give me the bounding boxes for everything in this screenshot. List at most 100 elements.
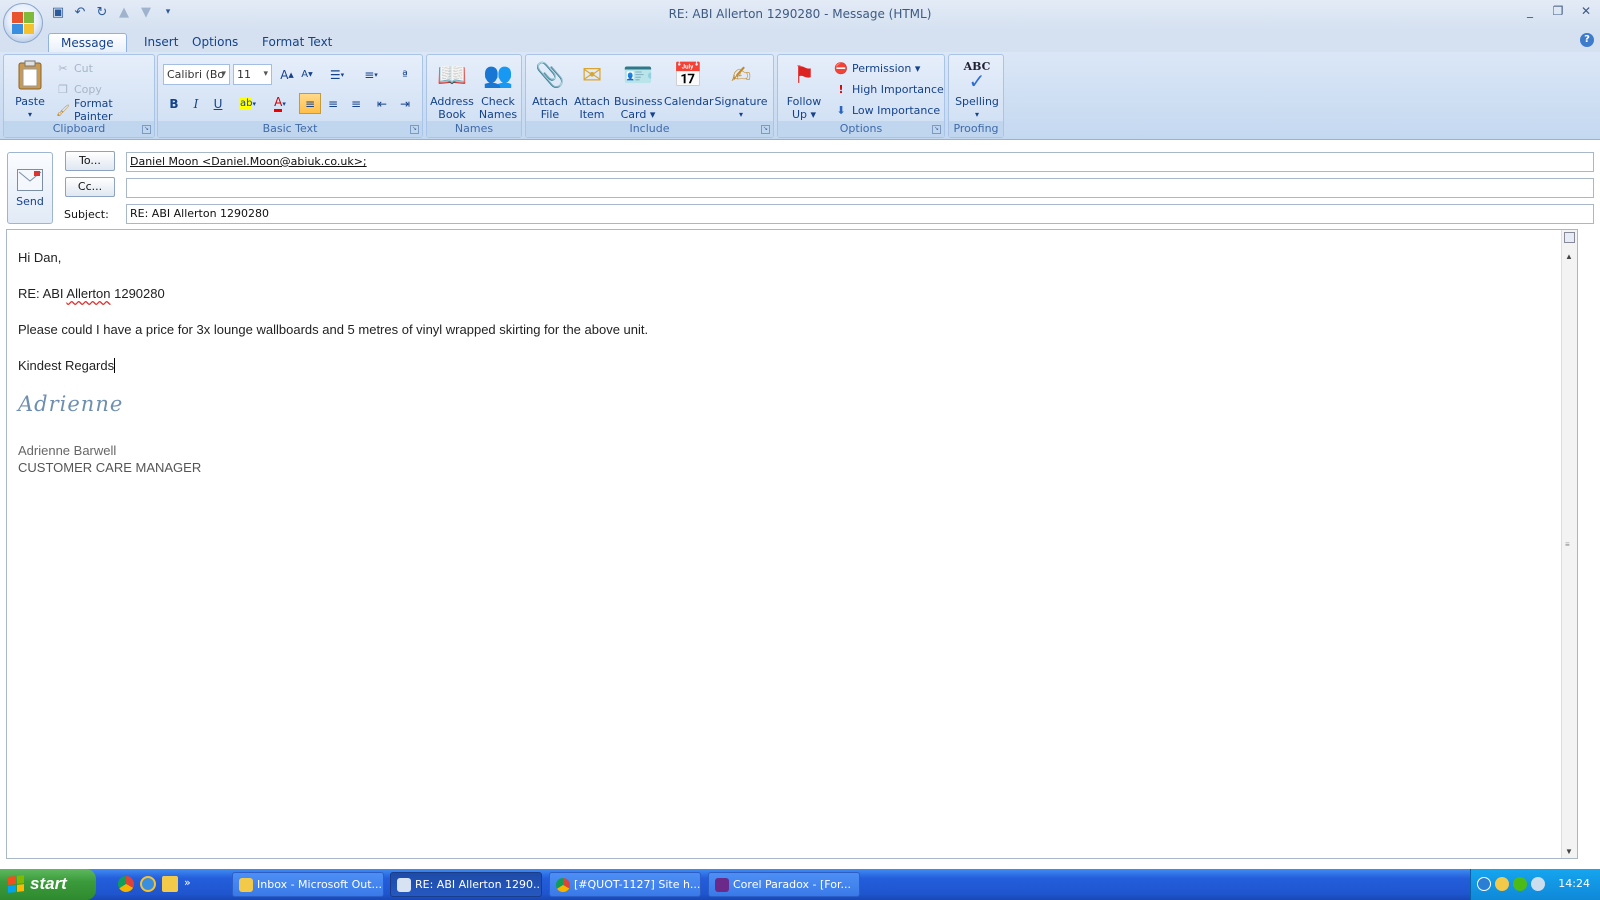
align-right-icon[interactable]: ≡: [345, 93, 367, 114]
start-button[interactable]: start: [0, 869, 96, 900]
previous-item-icon[interactable]: ▲: [116, 4, 132, 20]
names-group-label: Names: [427, 121, 521, 137]
tray-status-icon[interactable]: [1513, 877, 1527, 891]
vertical-scrollbar[interactable]: ▲ ≡ ▼: [1561, 230, 1577, 858]
scissors-icon: ✂: [58, 61, 68, 75]
basic-text-dialog-launcher-icon[interactable]: ↘: [410, 125, 419, 134]
internet-explorer-icon[interactable]: [140, 876, 156, 892]
scroll-thumb[interactable]: ≡: [1565, 540, 1570, 549]
paste-button[interactable]: Paste ▾: [10, 57, 50, 121]
align-left-icon[interactable]: ≡: [299, 93, 321, 114]
restore-button[interactable]: ❐: [1550, 4, 1566, 20]
ruler-toggle-icon[interactable]: [1564, 232, 1575, 243]
save-icon[interactable]: ▣: [50, 4, 66, 20]
options-group: ⚑ Follow Up ▾ ⛔ Permission ▾ ! High Impo…: [777, 54, 945, 138]
italic-icon[interactable]: I: [185, 93, 207, 114]
check-names-button[interactable]: 👥 Check Names: [476, 57, 520, 122]
font-color-icon[interactable]: A ▾: [265, 93, 295, 114]
subject-field[interactable]: RE: ABI Allerton 1290280: [126, 204, 1594, 224]
follow-up-label-1: Follow: [786, 95, 822, 108]
attach-item-button[interactable]: ✉ Attach Item: [572, 57, 612, 122]
tray-outlook-icon[interactable]: [1495, 877, 1509, 891]
undo-icon[interactable]: ↶: [72, 4, 88, 20]
to-button[interactable]: To...: [65, 151, 115, 171]
clipboard-dialog-launcher-icon[interactable]: ↘: [142, 125, 151, 134]
close-button[interactable]: ✕: [1578, 4, 1594, 20]
redo-icon[interactable]: ↻: [94, 4, 110, 20]
copy-button[interactable]: ❐ Copy: [56, 79, 102, 99]
outlook-icon[interactable]: [162, 876, 178, 892]
address-book-button[interactable]: 📖 Address Book: [430, 57, 474, 122]
high-importance-button[interactable]: ! High Importance: [834, 79, 943, 99]
paste-dropdown-icon[interactable]: ▾: [10, 108, 50, 121]
message-body[interactable]: Hi Dan, RE: ABI Allerton 1290280 Please …: [6, 229, 1578, 859]
quick-launch: »: [118, 876, 200, 892]
signature-script: Adrienne: [18, 392, 124, 416]
tab-message[interactable]: Message: [48, 33, 127, 52]
attach-file-label-1: Attach: [532, 95, 568, 108]
system-tray: 14:24: [1470, 869, 1600, 900]
chrome-icon[interactable]: [118, 876, 134, 892]
style-icon[interactable]: ª: [394, 64, 416, 85]
bullets-icon[interactable]: ☰ ▾: [322, 64, 352, 85]
office-button[interactable]: [3, 3, 43, 43]
calendar-icon: 📅: [673, 60, 703, 89]
to-field[interactable]: Daniel Moon <Daniel.Moon@abiuk.co.uk>;: [126, 152, 1594, 172]
tray-network-icon[interactable]: [1531, 877, 1545, 891]
grow-font-icon[interactable]: A ▲: [276, 64, 298, 85]
minimize-button[interactable]: _: [1522, 4, 1538, 20]
tray-expand-icon[interactable]: [1477, 877, 1491, 891]
more-quicklaunch-icon[interactable]: »: [184, 876, 200, 892]
tab-format-text[interactable]: Format Text: [250, 33, 344, 52]
scroll-up-icon[interactable]: ▲: [1565, 252, 1573, 261]
permission-icon: ⛔: [834, 61, 848, 75]
cc-field[interactable]: [126, 178, 1594, 198]
low-importance-label: Low Importance: [852, 103, 941, 117]
taskbar-item-chrome[interactable]: [#QUOT-1127] Site h...: [549, 872, 701, 897]
calendar-button[interactable]: 📅 Calendar: [664, 57, 713, 109]
increase-indent-icon[interactable]: ⇥: [394, 93, 416, 114]
taskbar-item-inbox[interactable]: Inbox - Microsoft Out...: [232, 872, 384, 897]
check-names-icon: 👥: [483, 60, 513, 89]
permission-button[interactable]: ⛔ Permission ▾: [834, 58, 920, 78]
spelling-dropdown-icon[interactable]: ▾: [951, 108, 1003, 121]
follow-up-button[interactable]: ⚑ Follow Up ▾: [782, 57, 826, 122]
highlight-icon[interactable]: ab ▾: [233, 93, 263, 114]
include-dialog-launcher-icon[interactable]: ↘: [761, 125, 770, 134]
names-group: 📖 Address Book 👥 Check Names Names: [426, 54, 522, 138]
scroll-down-icon[interactable]: ▼: [1565, 847, 1573, 856]
text-cursor: [114, 358, 116, 373]
cc-button[interactable]: Cc...: [65, 177, 115, 197]
send-label: Send: [16, 195, 44, 208]
align-center-icon[interactable]: ≡: [322, 93, 344, 114]
taskbar-item-paradox[interactable]: Corel Paradox - [For...: [708, 872, 860, 897]
send-button[interactable]: Send: [7, 152, 53, 224]
bold-icon[interactable]: B: [163, 93, 185, 114]
taskbar-item-message[interactable]: RE: ABI Allerton 1290...: [390, 872, 542, 897]
cut-button[interactable]: ✂ Cut: [56, 58, 93, 78]
low-importance-button[interactable]: ⬇ Low Importance: [834, 100, 940, 120]
send-envelope-icon: [17, 169, 43, 191]
underline-icon[interactable]: U: [207, 93, 229, 114]
business-card-button[interactable]: 🪪 Business Card ▾: [614, 57, 663, 122]
font-size-combo[interactable]: 11: [233, 64, 272, 85]
font-name-combo[interactable]: Calibri (Bo: [163, 64, 230, 85]
tab-options[interactable]: Options: [180, 33, 250, 52]
shrink-font-icon[interactable]: A ▼: [296, 64, 318, 85]
request-paragraph: Please could I have a price for 3x loung…: [18, 322, 649, 337]
cut-label: Cut: [74, 61, 93, 75]
signature-button[interactable]: ✍ Signature ▾: [714, 57, 768, 121]
next-item-icon[interactable]: ▼: [138, 4, 154, 20]
customize-qat-icon[interactable]: ▾: [160, 4, 176, 20]
attach-file-button[interactable]: 📎 Attach File: [530, 57, 570, 122]
decrease-indent-icon[interactable]: ⇤: [371, 93, 393, 114]
window-title: RE: ABI Allerton 1290280 - Message (HTML…: [668, 7, 932, 21]
signature-name: Adrienne Barwell: [18, 443, 117, 458]
format-painter-button[interactable]: 🖌 Format Painter: [56, 97, 154, 123]
spelling-button[interactable]: ABC ✓ Spelling ▾: [951, 57, 1003, 121]
options-dialog-launcher-icon[interactable]: ↘: [932, 125, 941, 134]
numbering-icon[interactable]: ≡ ▾: [356, 64, 386, 85]
clock: 14:24: [1558, 877, 1590, 890]
help-icon[interactable]: ?: [1580, 33, 1594, 47]
red-flag-icon: ⚑: [793, 60, 815, 89]
